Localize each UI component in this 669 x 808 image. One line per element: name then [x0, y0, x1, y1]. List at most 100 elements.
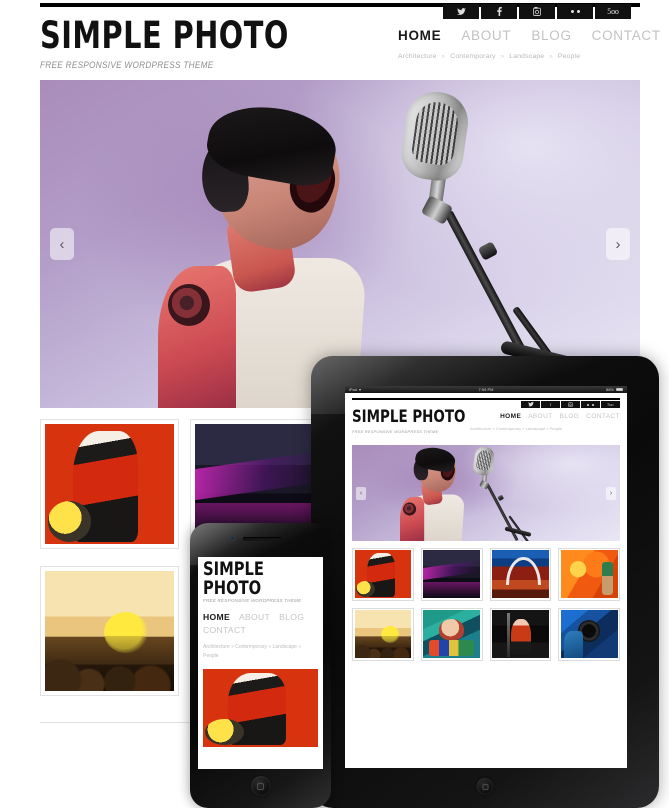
category-separator: »	[549, 53, 553, 60]
ipad-device-mockup: iPad ▾ 7:59 PM 88% f 5oo SIMPLE PHOTO FR…	[311, 356, 659, 808]
nav-item-contact[interactable]: CONTACT	[592, 28, 661, 43]
iphone-screen: SIMPLE PHOTO FREE RESPONSIVE WORDPRESS T…	[198, 557, 323, 769]
ipad-category-people[interactable]: People	[550, 426, 562, 431]
ipad-gallery-item[interactable]	[489, 547, 552, 601]
ipad-category-navigation: Architecture » Contemporary » Landscape …	[470, 426, 620, 433]
instagram-icon[interactable]	[519, 4, 555, 19]
category-architecture[interactable]: Architecture	[398, 53, 437, 60]
home-square-icon	[482, 783, 488, 790]
ipad-category-landscape[interactable]: Landscape	[526, 426, 546, 431]
category-navigation: Architecture » Contemporary » Landscape …	[398, 53, 580, 60]
ipad-gallery-item[interactable]	[558, 547, 620, 601]
site-logo-title[interactable]: SIMPLE PHOTO	[40, 17, 289, 56]
ipad-nav-item-contact[interactable]: CONTACT	[586, 413, 620, 420]
ipad-gallery-item[interactable]	[352, 547, 414, 601]
slider-prev-button[interactable]: ‹	[50, 228, 74, 260]
ipad-gallery-item[interactable]	[558, 607, 620, 661]
facebook-icon[interactable]	[481, 4, 517, 19]
social-links-bar: 5oo	[443, 4, 631, 19]
ipad-thumb-bridge	[423, 550, 480, 598]
iphone-category-separator: »	[298, 643, 302, 650]
ipad-gallery-grid	[352, 547, 620, 661]
ipad-nav-item-home[interactable]: HOME	[500, 413, 521, 420]
gallery-thumb[interactable]	[40, 566, 179, 696]
ipad-slider-prev-button[interactable]: ‹	[356, 486, 366, 500]
iphone-nav-item-home[interactable]: HOME	[203, 611, 230, 624]
iphone-hero-image[interactable]	[203, 668, 318, 747]
thumb-image-crowd	[45, 571, 174, 691]
ipad-header-rule	[352, 398, 620, 400]
iphone-device-mockup: SIMPLE PHOTO FREE RESPONSIVE WORDPRESS T…	[190, 523, 331, 808]
category-separator: »	[500, 53, 505, 60]
iphone-home-button[interactable]	[250, 776, 271, 796]
ipad-gallery-item[interactable]	[420, 547, 483, 601]
ipad-clock: 7:59 PM	[478, 387, 494, 392]
iphone-primary-navigation: HOME ABOUT BLOG CONTACT	[203, 611, 318, 638]
category-separator: »	[441, 53, 446, 60]
home-square-icon	[257, 782, 264, 790]
ipad-thumb-orange-mural	[560, 550, 618, 598]
ipad-nav-item-about[interactable]: ABOUT	[528, 413, 552, 420]
ipad-gallery-item[interactable]	[420, 607, 483, 661]
iphone-nav-item-blog[interactable]: BLOG	[279, 611, 304, 624]
nav-item-home[interactable]: HOME	[398, 28, 441, 43]
ipad-category-contemporary[interactable]: Contemporary	[496, 426, 521, 431]
ipad-gallery-item[interactable]	[352, 607, 414, 661]
iphone-category-people[interactable]: People	[203, 653, 219, 659]
site-branding: SIMPLE PHOTO FREE RESPONSIVE WORDPRESS T…	[40, 17, 299, 71]
earpiece-speaker	[243, 537, 281, 541]
page-root: 5oo SIMPLE PHOTO FREE RESPONSIVE WORDPRE…	[0, 0, 669, 808]
iphone-category-contemporary[interactable]: Contemporary	[235, 644, 267, 650]
ipad-microphone-illustration	[470, 445, 540, 541]
iphone-nav-item-contact[interactable]: CONTACT	[203, 624, 246, 637]
ipad-thumb-dancer	[492, 610, 549, 658]
iphone-category-separator: »	[268, 643, 272, 650]
500px-icon[interactable]: 5oo	[601, 401, 620, 408]
flickr-icon[interactable]	[581, 401, 600, 408]
slider-next-button[interactable]: ›	[606, 228, 630, 260]
iphone-logo-title: SIMPLE PHOTO	[203, 558, 264, 599]
iphone-category-landscape[interactable]: Landscape	[273, 644, 297, 650]
ipad-category-separator: »	[546, 426, 549, 431]
ipad-thumb-harlequin	[354, 550, 412, 598]
ipad-category-architecture[interactable]: Architecture	[470, 426, 491, 431]
flickr-icon[interactable]	[557, 4, 593, 19]
category-landscape[interactable]: Landscape	[509, 53, 544, 60]
ipad-thumb-crowd	[354, 610, 412, 658]
iphone-category-navigation: Architecture » Contemporary » Landscape …	[203, 643, 318, 662]
500px-icon[interactable]: 5oo	[595, 4, 631, 19]
ipad-social-bar: f 5oo	[521, 401, 620, 408]
ipad-screen: iPad ▾ 7:59 PM 88% f 5oo SIMPLE PHOTO FR…	[345, 386, 627, 768]
ipad-status-bar: iPad ▾ 7:59 PM 88%	[345, 386, 627, 393]
instagram-icon[interactable]	[561, 401, 580, 408]
ipad-thumb-street-vendor	[423, 610, 480, 658]
thumb-image-harlequin	[45, 424, 174, 544]
ipad-category-separator: »	[492, 426, 495, 431]
front-camera-icon	[230, 536, 235, 541]
iphone-category-architecture[interactable]: Architecture	[203, 644, 230, 650]
iphone-nav-item-about[interactable]: ABOUT	[239, 611, 270, 624]
twitter-icon[interactable]	[443, 4, 479, 19]
ipad-category-separator: »	[522, 426, 525, 431]
category-people[interactable]: People	[558, 53, 580, 60]
iphone-logo-subtitle: FREE RESPONSIVE WORDPRESS THEME	[203, 598, 302, 603]
iphone-category-separator: »	[231, 643, 234, 650]
facebook-icon[interactable]: f	[541, 401, 560, 408]
ipad-gallery-item[interactable]	[489, 607, 552, 661]
primary-navigation: HOME ABOUT BLOG CONTACT	[398, 28, 661, 43]
ipad-singer-illustration	[400, 444, 465, 541]
ipad-nav-item-blog[interactable]: BLOG	[560, 413, 580, 420]
twitter-icon[interactable]	[521, 401, 540, 408]
nav-item-blog[interactable]: BLOG	[531, 28, 571, 43]
ipad-slider-next-button[interactable]: ›	[606, 486, 616, 500]
ipad-home-button[interactable]	[476, 778, 494, 795]
gallery-thumb[interactable]	[40, 419, 179, 549]
ipad-thumb-photographer	[560, 610, 618, 658]
ipad-hero-slider[interactable]: ‹ ›	[352, 444, 620, 541]
ipad-thumb-arch	[492, 550, 549, 598]
category-contemporary[interactable]: Contemporary	[450, 53, 495, 60]
site-logo-subtitle: FREE RESPONSIVE WORDPRESS THEME	[40, 60, 214, 71]
ipad-primary-navigation: HOME ABOUT BLOG CONTACT	[500, 413, 620, 420]
nav-item-about[interactable]: ABOUT	[461, 28, 511, 43]
microphone-illustration	[392, 88, 612, 399]
